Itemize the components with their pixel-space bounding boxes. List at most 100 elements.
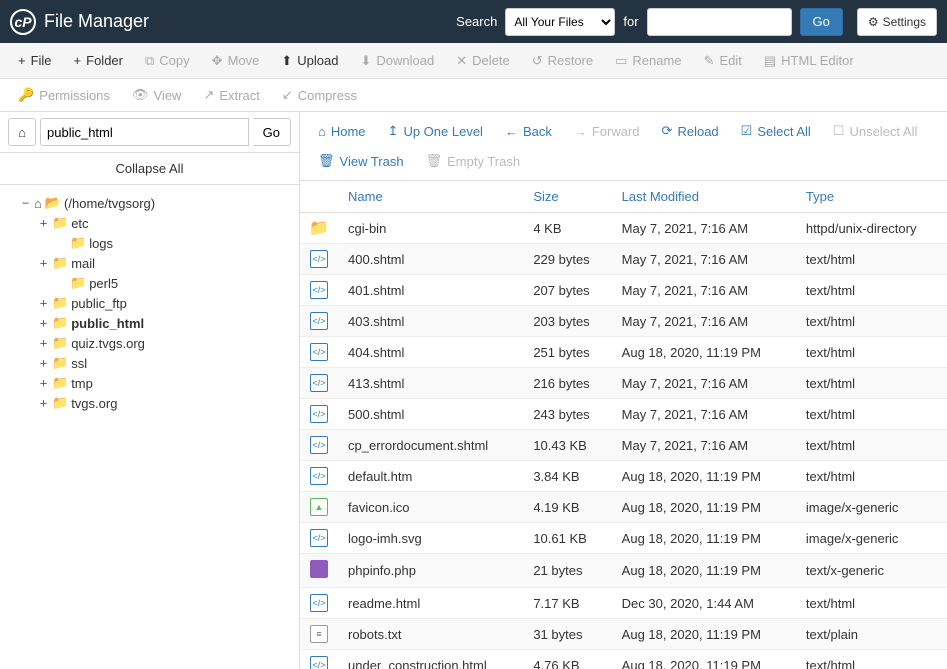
tree-node-perl5[interactable]: 📁perl5 (4, 273, 295, 293)
icon-column-header[interactable] (300, 181, 338, 213)
main-area: ⌂ Go Collapse All −⌂📂(/home/tvgsorg)+📁et… (0, 112, 947, 669)
file-name-cell: cgi-bin (338, 213, 523, 244)
file-size-cell: 10.61 KB (523, 523, 611, 554)
toolbar-label: Folder (86, 53, 123, 68)
table-row[interactable]: </>403.shtml203 bytesMay 7, 2021, 7:16 A… (300, 306, 947, 337)
file-name-cell: default.htm (338, 461, 523, 492)
file-modified-cell: Aug 18, 2020, 11:19 PM (612, 337, 796, 368)
file-icon-cell: </> (300, 368, 338, 399)
home-icon-button[interactable]: ⌂ (8, 118, 36, 146)
toolbar-label: Download (376, 53, 434, 68)
table-row[interactable]: </>404.shtml251 bytesAug 18, 2020, 11:19… (300, 337, 947, 368)
back-button[interactable]: ←Back (495, 119, 562, 144)
file-name-cell: 403.shtml (338, 306, 523, 337)
restore-icon: ↺ (532, 53, 543, 69)
expand-icon[interactable]: + (38, 396, 49, 410)
tree-label: perl5 (89, 276, 118, 291)
table-row[interactable]: </>413.shtml216 bytesMay 7, 2021, 7:16 A… (300, 368, 947, 399)
toolbar-label: Copy (159, 53, 189, 68)
reload-button[interactable]: ⟳Reload (652, 118, 729, 144)
toolbar-label: File (31, 53, 52, 68)
path-go-button[interactable]: Go (253, 118, 291, 146)
search-input[interactable] (647, 8, 792, 36)
settings-button[interactable]: ⚙ Settings (857, 8, 937, 36)
expand-icon[interactable]: − (20, 196, 31, 210)
action-label: View Trash (340, 154, 404, 169)
size-column-header[interactable]: Size (523, 181, 611, 213)
type-column-header[interactable]: Type (796, 181, 947, 213)
upload-button[interactable]: ⬆Upload (271, 48, 348, 74)
tree-node-publicftp[interactable]: +📁public_ftp (4, 293, 295, 313)
file-icon-cell: </> (300, 523, 338, 554)
extract-button: ↗Extract (193, 82, 269, 108)
tree-node-tvgsorg[interactable]: +📁tvgs.org (4, 393, 295, 413)
file-size-cell: 207 bytes (523, 275, 611, 306)
expand-icon[interactable]: + (38, 356, 49, 370)
table-row[interactable]: </>readme.html7.17 KBDec 30, 2020, 1:44 … (300, 588, 947, 619)
expand-icon[interactable]: + (38, 316, 49, 330)
file-name-cell: phpinfo.php (338, 554, 523, 588)
tree-node-mail[interactable]: +📁mail (4, 253, 295, 273)
table-row[interactable]: </>cp_errordocument.shtml10.43 KBMay 7, … (300, 430, 947, 461)
collapse-all-button[interactable]: Collapse All (0, 153, 299, 185)
expand-icon[interactable]: + (38, 256, 49, 270)
toolbar-label: Edit (719, 53, 741, 68)
tree-node-logs[interactable]: 📁logs (4, 233, 295, 253)
expand-icon[interactable]: + (38, 216, 49, 230)
file-icon-cell: ▲ (300, 492, 338, 523)
tree-node-hometvgsorg[interactable]: −⌂📂(/home/tvgsorg) (4, 193, 295, 213)
table-row[interactable]: </>default.htm3.84 KBAug 18, 2020, 11:19… (300, 461, 947, 492)
table-row[interactable]: </>500.shtml243 bytesMay 7, 2021, 7:16 A… (300, 399, 947, 430)
file-name-cell: robots.txt (338, 619, 523, 650)
file-type-cell: text/html (796, 399, 947, 430)
file-icon-cell: </> (300, 650, 338, 669)
expand-icon[interactable]: + (38, 296, 49, 310)
up-one-level-button[interactable]: ↥Up One Level (378, 118, 493, 144)
path-input[interactable] (40, 118, 249, 146)
select-all-button[interactable]: ☑Select All (731, 118, 821, 144)
table-row[interactable]: phpinfo.php21 bytesAug 18, 2020, 11:19 P… (300, 554, 947, 588)
table-row[interactable]: </>under_construction.html4.76 KBAug 18,… (300, 650, 947, 669)
table-row[interactable]: ▲favicon.ico4.19 KBAug 18, 2020, 11:19 P… (300, 492, 947, 523)
file-icon-cell: </> (300, 399, 338, 430)
file-type-cell: text/html (796, 650, 947, 669)
header-search: Search All Your Files for Go ⚙ Settings (456, 8, 937, 36)
tree-node-publichtml[interactable]: +📁public_html (4, 313, 295, 333)
tree-label: tvgs.org (71, 396, 117, 411)
reload-icon: ⟳ (662, 123, 673, 139)
secondary-toolbar: 🔑Permissions👁View↗Extract↙Compress (0, 79, 947, 112)
new-file-button[interactable]: +File (8, 48, 62, 73)
home-button[interactable]: ⌂Home (308, 119, 376, 144)
file-type-cell: text/html (796, 337, 947, 368)
file-icon-cell: ≡ (300, 619, 338, 650)
file-name-cell: 404.shtml (338, 337, 523, 368)
file-type-cell: httpd/unix-directory (796, 213, 947, 244)
action-bar: ⌂Home↥Up One Level←Back→Forward⟳Reload☑S… (300, 112, 947, 181)
file-name-cell: 400.shtml (338, 244, 523, 275)
forward-icon: → (574, 124, 587, 139)
new-folder-button[interactable]: +Folder (64, 48, 133, 73)
tree-node-etc[interactable]: +📁etc (4, 213, 295, 233)
expand-icon[interactable]: + (38, 336, 49, 350)
file-modified-cell: May 7, 2021, 7:16 AM (612, 275, 796, 306)
modified-column-header[interactable]: Last Modified (612, 181, 796, 213)
tree-node-ssl[interactable]: +📁ssl (4, 353, 295, 373)
name-column-header[interactable]: Name (338, 181, 523, 213)
folder-icon: 📁 (52, 375, 68, 391)
table-row[interactable]: </>logo-imh.svg10.61 KBAug 18, 2020, 11:… (300, 523, 947, 554)
file-modified-cell: May 7, 2021, 7:16 AM (612, 399, 796, 430)
table-row[interactable]: </>400.shtml229 bytesMay 7, 2021, 7:16 A… (300, 244, 947, 275)
expand-icon[interactable]: + (38, 376, 49, 390)
search-scope-select[interactable]: All Your Files (505, 8, 615, 36)
file-icon-cell: </> (300, 244, 338, 275)
table-row[interactable]: </>401.shtml207 bytesMay 7, 2021, 7:16 A… (300, 275, 947, 306)
table-row[interactable]: ≡robots.txt31 bytesAug 18, 2020, 11:19 P… (300, 619, 947, 650)
tree-label: public_html (71, 316, 144, 331)
search-go-button[interactable]: Go (800, 8, 843, 36)
table-row[interactable]: 📁cgi-bin4 KBMay 7, 2021, 7:16 AMhttpd/un… (300, 213, 947, 244)
view-trash-button[interactable]: 🗑View Trash (308, 148, 414, 174)
code-file-icon: </> (310, 250, 328, 268)
tree-node-quiztvgsorg[interactable]: +📁quiz.tvgs.org (4, 333, 295, 353)
file-type-cell: text/html (796, 588, 947, 619)
tree-node-tmp[interactable]: +📁tmp (4, 373, 295, 393)
